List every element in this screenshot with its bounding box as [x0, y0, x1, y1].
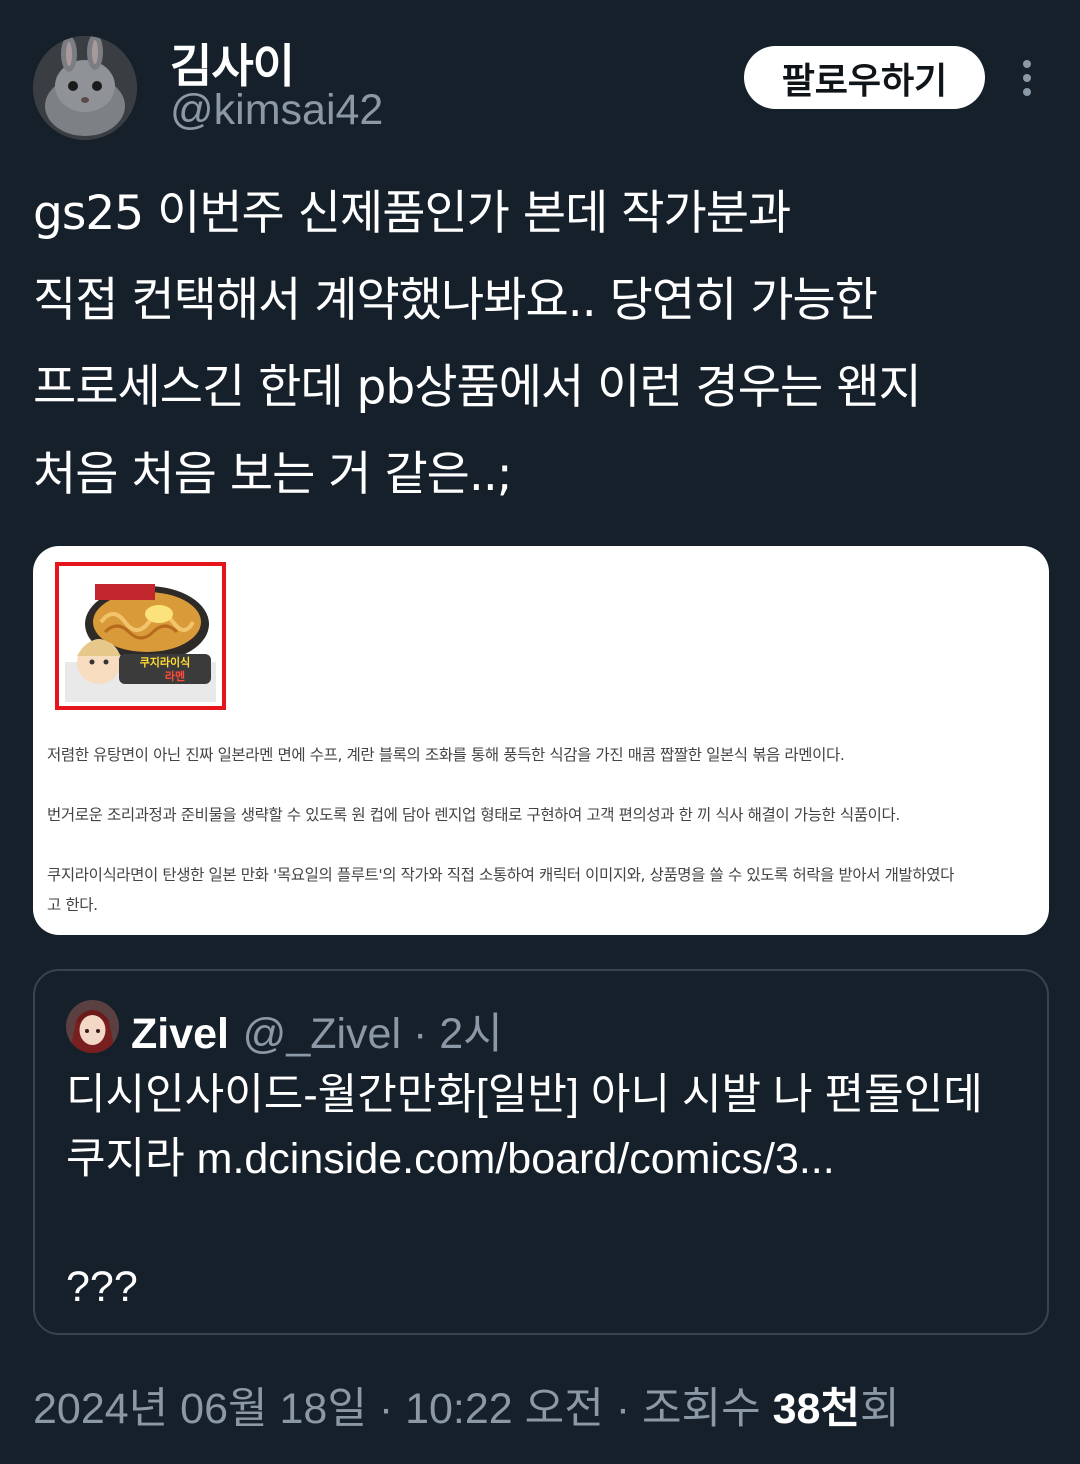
anime-avatar-icon — [66, 1000, 119, 1053]
tweet-text: gs25 이번주 신제품인가 본데 작가분과 직접 컨택해서 계약했나봐요.. … — [33, 186, 922, 502]
quote-header: Zivel @_Zivel · 2시 — [131, 999, 503, 1061]
quote-text: 디시인사이드-월간만화[일반] 아니 시발 나 편돌인데 쿠지라 m.dcins… — [66, 1071, 983, 1311]
article-line-3: 쿠지라이식라면이 탄생한 일본 만화 '목요일의 플루트'의 작가와 직접 소통… — [47, 866, 954, 884]
quote-time[interactable]: 2시 — [439, 1010, 502, 1058]
quote-author-handle[interactable]: @_Zivel — [243, 1010, 401, 1058]
article-line-4: 고 한다. — [47, 896, 98, 914]
attached-image[interactable]: 쿠지라이식 라멘 저렴한 유탕면이 아닌 진짜 일본라멘 면에 수프, 계란 블… — [33, 546, 1049, 935]
product-label-top: 쿠지라이식 — [140, 655, 191, 669]
tweet-datetime[interactable]: 2024년 06월 18일 · 10:22 오전 · 조회수 — [33, 1385, 773, 1433]
quote-author-name[interactable]: Zivel — [131, 1010, 229, 1058]
author-avatar[interactable] — [33, 36, 137, 140]
product-label-bottom: 라멘 — [165, 669, 185, 683]
author-handle[interactable]: @kimsai42 — [170, 86, 383, 135]
ramen-product-illustration: 쿠지라이식 라멘 — [59, 566, 222, 706]
article-line-2: 번거로운 조리과정과 준비물을 생략할 수 있도록 원 컵에 담아 렌지업 형태… — [47, 806, 900, 824]
more-vertical-icon[interactable] — [1014, 58, 1040, 98]
quote-tweet-card[interactable]: Zivel @_Zivel · 2시 디시인사이드-월간만화[일반] 아니 시발… — [33, 969, 1049, 1335]
view-count-suffix: 회 — [860, 1385, 900, 1433]
view-count: 38천 — [772, 1385, 861, 1433]
tweet-header: 김사이 @kimsai42 팔로우하기 — [0, 0, 1080, 150]
quote-separator: · — [401, 1010, 440, 1058]
article-line-1: 저렴한 유탕면이 아닌 진짜 일본라멘 면에 수프, 계란 블록의 조화를 통해… — [47, 746, 845, 764]
tweet-timestamp: 2024년 06월 18일 · 10:22 오전 · 조회수 38천회 — [33, 1374, 900, 1436]
product-image: 쿠지라이식 라멘 — [55, 562, 226, 710]
quote-author-avatar[interactable] — [66, 1000, 119, 1053]
rabbit-avatar-icon — [33, 36, 137, 140]
follow-button[interactable]: 팔로우하기 — [744, 46, 985, 109]
